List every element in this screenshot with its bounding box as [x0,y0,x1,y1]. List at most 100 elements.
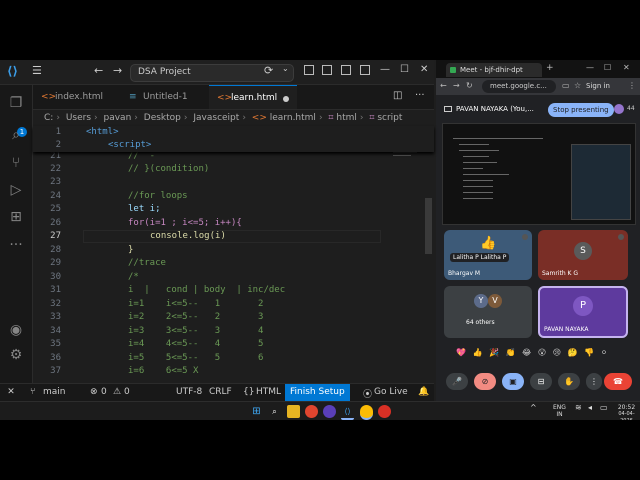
breadcrumb-item[interactable]: html [336,113,357,123]
file-explorer-icon[interactable] [287,405,300,418]
wifi-icon[interactable]: ≋ [575,404,582,412]
avatar[interactable] [614,104,624,114]
language-indicator[interactable]: ENG IN [553,404,566,418]
maximize-icon[interactable]: ☐ [400,64,409,75]
participant-tile-bhargav[interactable]: 👍 Lalitha P Lalitha P Bhargav M [444,230,532,280]
back-arrow-icon[interactable]: ← [440,81,447,90]
toggle-secondary-sidebar-icon[interactable] [360,65,370,75]
layout-icon[interactable] [304,65,314,75]
back-arrow-icon[interactable]: ← [94,64,103,77]
more-actions-icon[interactable]: ··· [415,90,425,101]
run-debug-icon[interactable]: ▷ [8,182,24,198]
search-icon[interactable]: ⌕ [8,127,24,143]
extensions-icon[interactable]: ⊞ [8,209,24,225]
star-icon[interactable]: ☆ [574,81,581,90]
split-editor-icon[interactable]: ◫ [393,90,402,101]
camera-icon[interactable]: ▭ [562,81,570,90]
notifications-bell-icon[interactable]: 🔔 [418,387,429,397]
participant-tile-samrith[interactable]: S Samrith K G [538,230,628,280]
search-icon[interactable]: ⌕ [268,405,281,418]
language-code: ENG [553,404,566,411]
end-call-button[interactable]: ☎ [604,373,632,390]
encoding-label[interactable]: UTF-8 [176,387,202,397]
app-icon[interactable] [378,405,391,418]
eol-label[interactable]: CRLF [209,387,232,397]
sign-in-button[interactable]: Sign in [586,81,610,92]
battery-icon[interactable]: ▭ [600,404,608,412]
warning-count[interactable]: 0 [124,387,130,397]
breadcrumb-item[interactable]: learn.html [270,113,316,123]
tab-learn-html[interactable]: <> learn.html [209,85,297,109]
reactions-bar[interactable]: 💖 👍 🎉 👏 😂 😮 😢 🤔 👎 ⚪ [456,348,632,362]
stop-presenting-button[interactable]: Stop presenting [548,103,614,117]
settings-gear-icon[interactable]: ⚙ [8,347,24,363]
tab-untitled-1[interactable]: ≡ Untitled-1 [121,85,209,109]
new-tab-icon[interactable]: + [546,63,554,73]
app-icon[interactable] [323,405,336,418]
raise-hand-button[interactable]: ✋ [558,373,580,390]
finish-setup-button[interactable]: Finish Setup [285,384,350,401]
meet-favicon-icon [450,67,456,73]
present-button[interactable]: ▣ [502,373,524,390]
participant-tile-others[interactable]: Y V 64 others [444,286,532,338]
breadcrumb-item[interactable]: pavan [104,113,132,123]
error-count[interactable]: 0 [101,387,107,397]
branch-name[interactable]: main [43,387,66,397]
minimize-icon[interactable]: — [586,63,594,72]
vscode-taskbar-icon[interactable]: ⟨⟩ [341,405,354,420]
maximize-icon[interactable]: ☐ [604,63,611,72]
mic-button[interactable]: 🎤 [446,373,468,390]
shared-screen-meet-thumbnail [571,144,631,220]
captions-button[interactable]: ⊟ [530,373,552,390]
windows-start-icon[interactable]: ⊞ [250,405,263,418]
more-options-button[interactable]: ⋮ [586,373,602,390]
current-line-highlight [83,230,381,243]
chrome-icon[interactable] [360,405,373,420]
firefox-icon[interactable] [305,405,318,418]
explorer-icon[interactable]: ❐ [8,95,24,111]
breadcrumb-item[interactable]: Javasceipt [193,113,239,123]
close-icon[interactable]: ✕ [623,63,630,72]
source-control-icon[interactable]: ⑂ [8,155,24,171]
toggle-sidebar-icon[interactable] [322,65,332,75]
reload-icon[interactable]: ↻ [466,81,473,90]
more-icon[interactable]: ··· [8,237,24,253]
account-icon[interactable]: ◉ [8,322,24,338]
tab-label: learn.html [231,93,278,103]
file-icon: ≡ [129,92,137,102]
language-mode[interactable]: HTML [256,387,281,397]
url-field[interactable]: meet.google.c... [482,80,556,93]
minimize-icon[interactable]: — [380,64,390,75]
browser-tab-meet[interactable]: Meet - bjf-dhir-dpt [446,63,542,77]
breadcrumb-item[interactable]: Desktop [144,113,181,123]
participant-tile-self[interactable]: P PAVAN NAYAKA [538,286,628,338]
editor-scrollbar[interactable] [425,198,432,254]
forward-arrow-icon[interactable]: → [453,81,460,90]
breadcrumb-item[interactable]: Users [66,113,91,123]
line-number: 1 [55,127,61,137]
toggle-panel-icon[interactable] [341,65,351,75]
code-text: } [128,245,134,255]
camera-off-button[interactable]: ⊘ [474,373,496,390]
clock[interactable]: 20:52 04-04-2026 [613,404,640,420]
remote-indicator-icon[interactable]: ✕ [0,384,22,401]
breadcrumb-item[interactable]: C: [44,113,53,123]
copilot-icon[interactable]: ⟳ [264,64,273,77]
breadcrumb-item[interactable]: script [377,113,402,123]
tab-index-html[interactable]: <> index.html [33,85,121,109]
chevron-down-icon[interactable]: ⌄ [282,64,289,73]
forward-arrow-icon[interactable]: → [113,64,122,77]
tray-chevron-icon[interactable]: ^ [530,404,537,412]
participant-name: 64 others [466,319,495,326]
line-number: 26 [50,218,61,228]
menu-icon[interactable]: ☰ [32,64,42,77]
kebab-menu-icon[interactable]: ⋮ [628,81,636,90]
avatar: P [573,296,593,316]
go-live-button[interactable]: Go Live [374,387,408,397]
unsaved-dot-icon[interactable] [283,96,289,102]
close-icon[interactable]: ✕ [420,64,428,75]
sticky-scroll-header[interactable]: 1 <html> 2 <script> [33,126,434,152]
code-editor[interactable]: 1 <html> 2 <script> 21 // - 22 // }(cond… [33,126,434,382]
activity-bar: ❐ 1 ⌕ ⑂ ▷ ⊞ ··· ◉ ⚙ [0,85,33,383]
volume-icon[interactable]: ◂ [588,404,592,412]
